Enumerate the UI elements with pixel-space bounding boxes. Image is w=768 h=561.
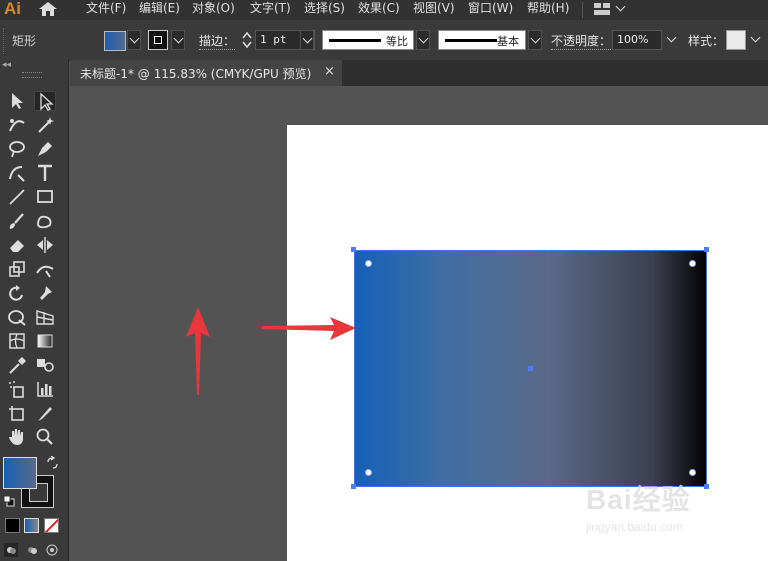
- lasso-tool-icon[interactable]: [6, 139, 28, 159]
- menu-view[interactable]: 视图(V): [413, 0, 455, 16]
- stroke-label[interactable]: 描边：: [199, 32, 236, 50]
- pen-tool-icon[interactable]: [34, 139, 56, 159]
- chevron-down-icon: [302, 33, 313, 44]
- watermark-url: jingyan.baidu.com: [586, 520, 683, 534]
- document-tab-title[interactable]: 未标题-1* @ 115.83% (CMYK/GPU 预览): [80, 65, 311, 82]
- gradient-mode-icon[interactable]: [24, 518, 39, 533]
- home-icon[interactable]: [38, 1, 58, 17]
- chevron-down-icon[interactable]: [615, 1, 626, 12]
- brush-definition[interactable]: 基本: [438, 30, 526, 50]
- workspace-icon[interactable]: [594, 3, 610, 15]
- variable-width-profile[interactable]: 等比: [322, 30, 414, 50]
- warp-tool-icon[interactable]: [6, 307, 28, 327]
- gradient-tool-icon[interactable]: [34, 331, 56, 351]
- profile-line-preview: [329, 39, 381, 42]
- blob-brush-tool-icon[interactable]: [34, 211, 56, 231]
- watermark: Bai经验 jingyan.baidu.com: [586, 478, 691, 534]
- reflect-tool-icon[interactable]: [34, 235, 56, 255]
- menu-edit[interactable]: 编辑(E): [139, 0, 180, 16]
- profile-dropdown[interactable]: [416, 30, 430, 50]
- menu-help[interactable]: 帮助(H): [527, 0, 569, 16]
- brush-dropdown[interactable]: [528, 30, 542, 50]
- bounding-handle[interactable]: [704, 247, 709, 252]
- menu-type[interactable]: 文字(T): [250, 0, 291, 16]
- magic-wand-tool-icon[interactable]: [34, 115, 56, 135]
- stroke-dropdown[interactable]: [171, 30, 185, 50]
- artboard-tool-icon[interactable]: [6, 403, 28, 423]
- chevron-down-icon: [129, 33, 140, 44]
- scale-tool-icon[interactable]: [6, 259, 28, 279]
- blend-tool-icon[interactable]: [34, 355, 56, 375]
- collapse-panel-icon[interactable]: ◂◂: [2, 60, 11, 70]
- fill-dropdown[interactable]: [127, 30, 141, 50]
- mesh-tool-icon[interactable]: [6, 331, 28, 351]
- menu-object[interactable]: 对象(O): [192, 0, 235, 16]
- style-label: 样式：: [688, 34, 725, 48]
- eyedropper-tool-icon[interactable]: [6, 355, 28, 375]
- panel-grip[interactable]: [22, 72, 42, 78]
- object-type-label: 矩形: [12, 34, 37, 48]
- color-mode-icon[interactable]: [5, 518, 20, 533]
- pin-tool-icon[interactable]: [34, 283, 56, 303]
- corner-radius-widget[interactable]: [689, 469, 696, 476]
- graphic-style-swatch[interactable]: [726, 30, 746, 50]
- hand-tool-icon[interactable]: [6, 427, 28, 447]
- bounding-handle[interactable]: [704, 484, 709, 489]
- anchor-tool-icon[interactable]: [6, 163, 28, 183]
- brush-label: 基本: [497, 35, 519, 48]
- opacity-input[interactable]: 100%: [612, 30, 662, 50]
- graph-tool-icon[interactable]: [34, 379, 56, 399]
- stroke-weight-dropdown[interactable]: [300, 30, 314, 50]
- menu-window[interactable]: 窗口(W): [468, 0, 513, 16]
- default-colors-icon[interactable]: [3, 495, 15, 507]
- corner-radius-widget[interactable]: [365, 469, 372, 476]
- app-logo: Ai: [4, 0, 21, 18]
- watermark-brand: Bai经验: [586, 484, 691, 515]
- rectangle-tool-icon[interactable]: [34, 187, 56, 207]
- chevron-down-icon: [530, 33, 541, 44]
- menu-effect[interactable]: 效果(C): [358, 0, 400, 16]
- eraser-tool-icon[interactable]: [6, 235, 28, 255]
- menu-bar: Ai 文件(F) 编辑(E) 对象(O) 文字(T) 选择(S) 效果(C) 视…: [0, 0, 768, 20]
- corner-radius-widget[interactable]: [689, 260, 696, 267]
- fill-color-box[interactable]: [3, 457, 37, 489]
- type-tool-icon[interactable]: [34, 163, 56, 183]
- chevron-down-icon: [173, 33, 184, 44]
- draw-normal-icon[interactable]: [4, 543, 18, 557]
- direct-selection-tool-icon[interactable]: [34, 91, 56, 111]
- none-mode-icon[interactable]: [44, 518, 59, 533]
- menu-select[interactable]: 选择(S): [304, 0, 345, 16]
- up-arrow-icon: [186, 307, 210, 395]
- right-arrow-icon: [262, 317, 356, 340]
- menu-divider: [582, 2, 583, 18]
- close-icon[interactable]: ×: [324, 64, 335, 79]
- selection-tool-icon[interactable]: [6, 91, 28, 111]
- perspective-tool-icon[interactable]: [34, 307, 56, 327]
- brush-line-preview: [445, 39, 497, 42]
- menu-file[interactable]: 文件(F): [86, 0, 126, 16]
- reshape-tool-icon[interactable]: [34, 259, 56, 279]
- stroke-color-swatch[interactable]: [148, 30, 168, 50]
- corner-radius-widget[interactable]: [365, 260, 372, 267]
- chevron-down-icon: [418, 33, 429, 44]
- fill-color-swatch[interactable]: [104, 31, 126, 51]
- rotate-tool-icon[interactable]: [6, 283, 28, 303]
- bounding-handle[interactable]: [351, 247, 356, 252]
- opacity-label[interactable]: 不透明度：: [551, 32, 612, 50]
- panel-grip[interactable]: [3, 28, 8, 54]
- slice-tool-icon[interactable]: [34, 403, 56, 423]
- line-tool-icon[interactable]: [6, 187, 28, 207]
- center-point: [528, 366, 533, 371]
- draw-behind-icon[interactable]: [25, 543, 39, 557]
- curvature-tool-icon[interactable]: [6, 115, 28, 135]
- bounding-handle[interactable]: [351, 484, 356, 489]
- symbol-sprayer-tool-icon[interactable]: [6, 379, 28, 399]
- draw-inside-icon[interactable]: [45, 543, 59, 557]
- zoom-tool-icon[interactable]: [34, 427, 56, 447]
- swap-colors-icon[interactable]: [45, 456, 59, 470]
- paintbrush-tool-icon[interactable]: [6, 211, 28, 231]
- stroke-weight-spinner[interactable]: [240, 30, 254, 50]
- profile-label: 等比: [386, 35, 408, 48]
